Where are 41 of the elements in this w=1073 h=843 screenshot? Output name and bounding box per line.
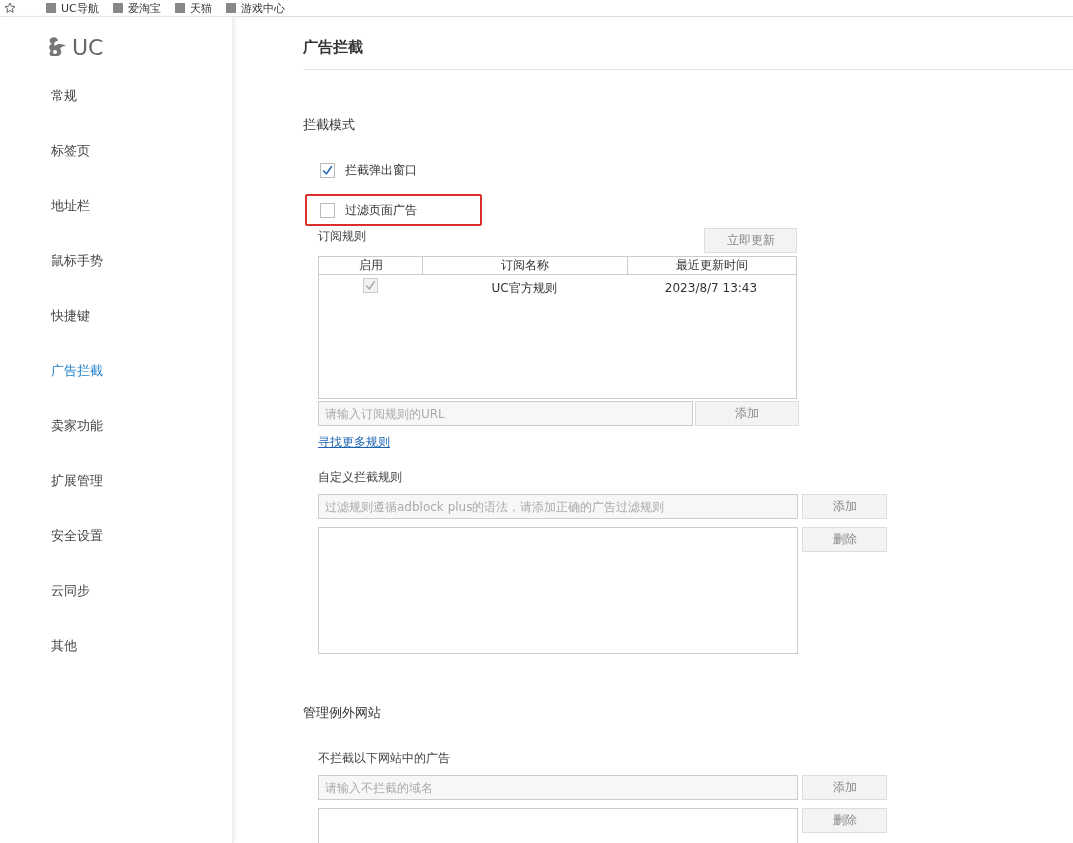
bookmark-icon: [174, 3, 185, 13]
sidebar-item[interactable]: 快捷键: [0, 308, 232, 363]
checkbox[interactable]: [320, 202, 335, 218]
sidebar-item[interactable]: 云同步: [0, 583, 232, 638]
column-header: 最近更新时间: [675, 257, 749, 274]
more-rules-link[interactable]: 寻找更多规则: [318, 434, 390, 451]
sidebar-item[interactable]: 广告拦截: [0, 363, 232, 418]
section-heading: 管理例外网站: [303, 704, 382, 722]
section-heading: 订阅规则: [318, 228, 366, 245]
bookmark-link[interactable]: 天猫: [174, 0, 212, 16]
star-icon[interactable]: [4, 2, 16, 14]
bookmark-icon: [112, 3, 123, 13]
bookmark-link[interactable]: 爱淘宝: [112, 0, 161, 16]
table-cell-text: UC官方规则: [490, 279, 558, 297]
sidebar-item[interactable]: 地址栏: [0, 198, 232, 253]
bookmark-icon: [225, 3, 236, 13]
column-header: 订阅名称: [423, 257, 628, 274]
url-input-field[interactable]: 请输入订阅规则的URL: [318, 401, 693, 426]
section-subheading: 不拦截以下网站中的广告: [318, 750, 450, 767]
checkbox-label[interactable]: 过滤页面广告: [345, 201, 417, 219]
checkbox[interactable]: [320, 162, 335, 178]
sidebar-item[interactable]: 安全设置: [0, 528, 232, 583]
sidebar-item[interactable]: 常规: [0, 88, 232, 143]
checkbox[interactable]: [363, 277, 378, 293]
section-heading: 拦截模式: [303, 116, 356, 134]
bookmark-link[interactable]: 游戏中心: [225, 0, 285, 16]
sidebar-item[interactable]: 扩展管理: [0, 473, 232, 528]
bookmark-icon: [46, 3, 56, 13]
page-title: 广告拦截: [303, 17, 1073, 70]
sidebar-item[interactable]: 卖家功能: [0, 418, 232, 473]
bookmark-link[interactable]: UC导航: [46, 0, 99, 16]
column-header: 启用: [319, 257, 423, 274]
logo-text: UC: [72, 34, 104, 60]
domain-input-field[interactable]: 请输入不拦截的域名: [318, 775, 798, 800]
rule-input-field[interactable]: 过滤规则遵循adblock plus的语法，请添加正确的广告过滤规则: [318, 494, 798, 519]
sidebar-item[interactable]: 其他: [0, 638, 232, 693]
sidebar-item[interactable]: 标签页: [0, 143, 232, 198]
table-cell-text: 2023/8/7 13:43: [663, 281, 759, 295]
sidebar-item[interactable]: 鼠标手势: [0, 253, 232, 308]
checkbox-label[interactable]: 拦截弹出窗口: [345, 161, 417, 179]
section-heading: 自定义拦截规则: [318, 469, 402, 486]
